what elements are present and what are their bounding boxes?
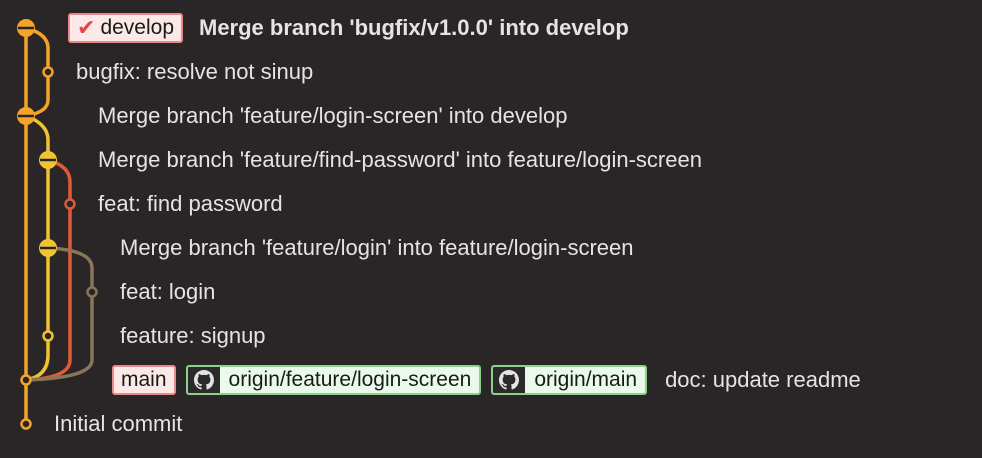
commit-row[interactable]: ✔ develop Merge branch 'bugfix/v1.0.0' i… (68, 6, 629, 50)
github-icon (493, 367, 526, 393)
commit-row[interactable]: Merge branch 'feature/login-screen' into… (98, 94, 567, 138)
merge-node-4 (39, 151, 57, 169)
ref-label: origin/feature/login-screen (228, 368, 472, 391)
merge-node-3 (17, 107, 35, 125)
commit-node-9 (20, 374, 32, 386)
commit-row[interactable]: Merge branch 'feature/login' into featur… (120, 226, 633, 270)
commit-message: feat: find password (98, 191, 283, 216)
commit-message: Merge branch 'feature/login-screen' into… (98, 103, 568, 128)
github-icon (187, 367, 220, 393)
commit-message: Initial commit (54, 411, 183, 436)
commit-message: Merge branch 'feature/find-password' int… (98, 147, 702, 172)
merge-node-1 (17, 19, 35, 37)
commit-message: doc: update readme (665, 367, 861, 392)
merge-node-6 (39, 239, 57, 257)
check-icon: ✔ (77, 15, 96, 40)
commit-message: Merge branch 'bugfix/v1.0.0' into develo… (199, 15, 629, 40)
lane-login (24, 246, 94, 382)
ref-label: main (121, 368, 167, 391)
commit-row[interactable]: Initial commit (54, 402, 182, 446)
commit-node-2 (42, 66, 54, 78)
commit-row[interactable]: feature: signup (120, 314, 266, 358)
commit-message: bugfix: resolve not sinup (76, 59, 314, 84)
branch-ref-develop[interactable]: ✔ develop (68, 13, 183, 43)
commit-node-8 (42, 330, 54, 342)
commit-message: Merge branch 'feature/login' into featur… (120, 235, 634, 260)
commit-message: feat: login (120, 279, 216, 304)
remote-ref-origin-feature-login-screen[interactable]: origin/feature/login-screen (185, 365, 482, 395)
commit-node-5 (64, 198, 76, 210)
commit-node-10 (20, 418, 32, 430)
commit-row[interactable]: main origin/feature/login-screen origin/… (112, 358, 861, 402)
ref-label: origin/main (534, 368, 638, 391)
remote-ref-origin-main[interactable]: origin/main (491, 365, 648, 395)
commit-row[interactable]: bugfix: resolve not sinup (76, 50, 313, 94)
commit-message: feature: signup (120, 323, 266, 348)
commit-row[interactable]: feat: login (120, 270, 215, 314)
commit-row[interactable]: feat: find password (98, 182, 283, 226)
branch-ref-main[interactable]: main (112, 365, 176, 395)
ref-label: develop (100, 16, 174, 39)
commit-node-7 (86, 286, 98, 298)
commit-row[interactable]: Merge branch 'feature/find-password' int… (98, 138, 702, 182)
